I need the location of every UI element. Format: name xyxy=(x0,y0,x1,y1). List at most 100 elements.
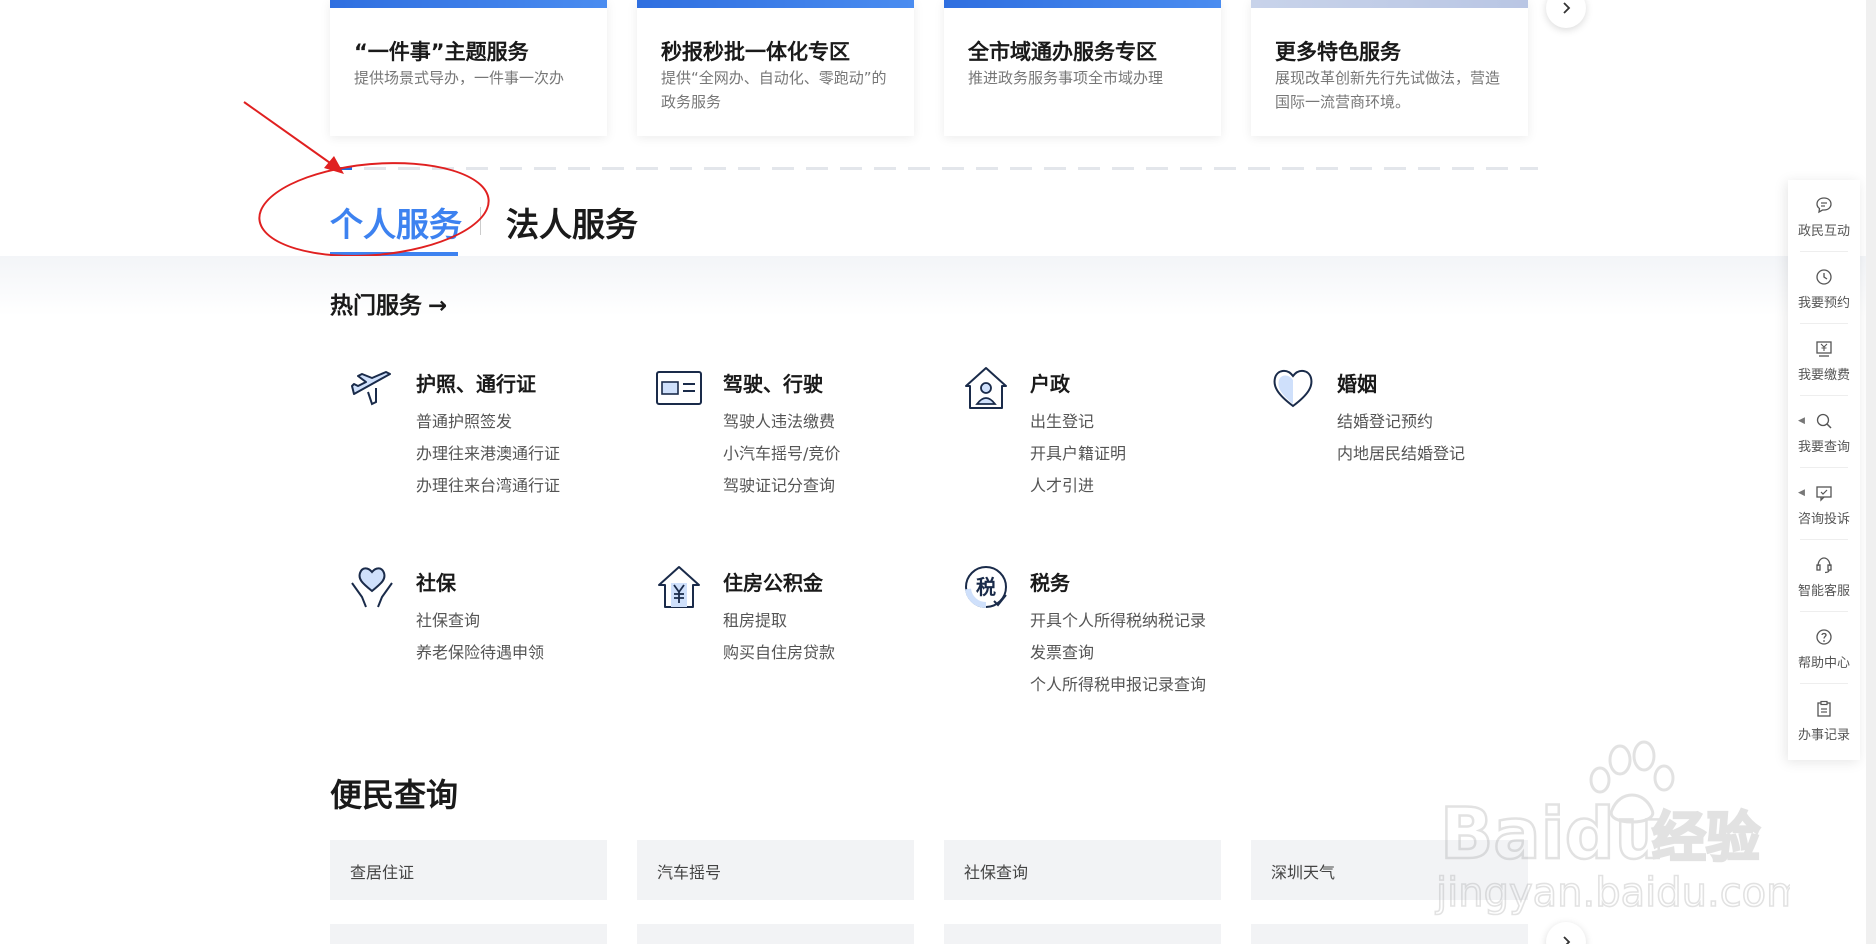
query-item-label: 社保查询 xyxy=(964,863,1029,882)
service-group-title: 住房公积金 xyxy=(723,571,823,595)
query-item[interactable] xyxy=(944,924,1221,944)
service-link[interactable]: 购买自住房贷款 xyxy=(723,637,835,669)
card-banner-image xyxy=(944,0,1221,8)
clock-icon xyxy=(1816,269,1832,285)
floating-toolbar: 政民互动 我要预约 我要缴费 ◀ 我要查询 ◀ 咨询投诉 智能客服 帮助中心 办… xyxy=(1788,180,1860,760)
hot-services-heading[interactable]: 热门服务 → xyxy=(330,286,447,320)
service-link[interactable]: 办理往来港澳通行证 xyxy=(416,438,560,470)
toolbar-item-interaction[interactable]: 政民互动 xyxy=(1788,180,1860,252)
service-link[interactable]: 内地居民结婚登记 xyxy=(1337,438,1465,470)
airplane-icon xyxy=(351,371,391,406)
card-title: 秒报秒批一体化专区 xyxy=(661,40,850,64)
house-person-icon xyxy=(965,367,1007,409)
toolbar-label: 我要查询 xyxy=(1797,440,1850,455)
service-link[interactable]: 租房提取 xyxy=(723,605,835,637)
top-card[interactable]: 秒报秒批一体化专区 提供“全网办、自动化、零跑动”的政务服务 xyxy=(637,0,914,136)
service-link[interactable]: 驾驶证记分查询 xyxy=(723,470,840,502)
service-group-social-security: 社保 社保查询 养老保险待遇申领 xyxy=(336,563,636,733)
service-link[interactable]: 普通护照签发 xyxy=(416,406,560,438)
card-title: “一件事”主题服务 xyxy=(354,40,529,64)
service-group-marriage: 婚姻 结婚登记预约 内地居民结婚登记 xyxy=(1257,364,1557,534)
service-link[interactable]: 开具个人所得税纳税记录 xyxy=(1030,605,1206,637)
toolbar-item-payment[interactable]: 我要缴费 xyxy=(1788,324,1860,396)
query-next-button[interactable] xyxy=(1546,922,1586,944)
query-item[interactable] xyxy=(330,924,607,944)
query-item[interactable] xyxy=(637,924,914,944)
watermark-url: jingyan.baidu.com xyxy=(1435,870,1790,916)
heart-hands-icon xyxy=(351,567,393,608)
card-title: 全市域通办服务专区 xyxy=(968,40,1157,64)
clipboard-icon xyxy=(1817,700,1831,717)
annotation-arrow-icon xyxy=(243,101,344,174)
carousel-next-button[interactable] xyxy=(1546,0,1586,28)
toolbar-item-complaint[interactable]: ◀ 咨询投诉 xyxy=(1788,468,1860,540)
top-card-carousel: “一件事”主题服务 提供场景式导办，一件事一次办 秒报秒批一体化专区 提供“全网… xyxy=(330,0,1530,136)
query-item[interactable]: 查居住证 xyxy=(330,840,607,900)
service-link[interactable]: 办理往来台湾通行证 xyxy=(416,470,560,502)
card-banner-image xyxy=(637,0,914,8)
toolbar-item-appointment[interactable]: 我要预约 xyxy=(1788,252,1860,324)
service-link[interactable]: 发票查询 xyxy=(1030,637,1206,669)
service-group-passport: 护照、通行证 普通护照签发 办理往来港澳通行证 办理往来台湾通行证 xyxy=(336,364,636,534)
toolbar-label: 我要预约 xyxy=(1797,296,1850,311)
card-banner-image xyxy=(330,0,607,8)
help-icon xyxy=(1816,629,1832,645)
toolbar-item-query[interactable]: ◀ 我要查询 xyxy=(1788,396,1860,468)
service-group-housing-fund: 住房公积金 租房提取 购买自住房贷款 xyxy=(643,563,943,733)
arrow-right-icon: → xyxy=(428,293,448,319)
service-link[interactable]: 养老保险待遇申领 xyxy=(416,637,544,669)
query-item-label: 查居住证 xyxy=(350,863,415,882)
watermark-cn: 经验 xyxy=(1652,806,1760,869)
service-link[interactable]: 小汽车摇号/竞价 xyxy=(723,438,840,470)
service-group-title: 社保 xyxy=(416,571,456,595)
message-icon xyxy=(1816,486,1832,502)
service-group-title: 税务 xyxy=(1030,571,1070,595)
headset-icon xyxy=(1816,557,1832,574)
heart-icon xyxy=(1273,370,1313,408)
toolbar-item-smart-service[interactable]: 智能客服 xyxy=(1788,540,1860,612)
service-link[interactable]: 人才引进 xyxy=(1030,470,1126,502)
top-card[interactable]: “一件事”主题服务 提供场景式导办，一件事一次办 xyxy=(330,0,607,136)
toolbar-label: 帮助中心 xyxy=(1797,656,1850,671)
hot-services-title: 热门服务 xyxy=(330,293,422,319)
caret-left-icon: ◀ xyxy=(1798,488,1805,498)
service-group-driving: 驾驶、行驶 驾驶人违法缴费 小汽车摇号/竞价 驾驶证记分查询 xyxy=(643,364,943,534)
tab-legal-services[interactable]: 法人服务 xyxy=(506,198,638,246)
tax-icon: 税 xyxy=(965,566,1007,609)
toolbar-item-help[interactable]: 帮助中心 xyxy=(1788,612,1860,684)
card-desc: 展现改革创新先行先试做法，营造国际一流营商环境。 xyxy=(1275,69,1501,111)
watermark-brand: Baidu xyxy=(1440,793,1665,875)
license-card-icon xyxy=(656,371,702,405)
service-link[interactable]: 社保查询 xyxy=(416,605,544,637)
baidu-jingyan-watermark: Baidu 经验 jingyan.baidu.com xyxy=(1434,740,1790,917)
query-item[interactable]: 社保查询 xyxy=(944,840,1221,900)
service-group-title: 婚姻 xyxy=(1337,372,1377,396)
service-link[interactable]: 个人所得税申报记录查询 xyxy=(1030,669,1206,701)
service-link[interactable]: 开具户籍证明 xyxy=(1030,438,1126,470)
top-card[interactable]: 更多特色服务 展现改革创新先行先试做法，营造国际一流营商环境。 xyxy=(1251,0,1528,136)
query-item[interactable]: 汽车摇号 xyxy=(637,840,914,900)
tax-icon-label: 税 xyxy=(976,575,996,599)
service-group-title: 护照、通行证 xyxy=(416,372,536,396)
service-link[interactable]: 出生登记 xyxy=(1030,406,1126,438)
page-scrollbar[interactable] xyxy=(1866,0,1876,944)
toolbar-label: 咨询投诉 xyxy=(1797,512,1850,527)
toolbar-label: 我要缴费 xyxy=(1797,368,1850,383)
caret-left-icon: ◀ xyxy=(1798,416,1805,426)
card-title: 更多特色服务 xyxy=(1275,40,1401,64)
house-yuan-icon xyxy=(658,566,700,608)
toolbar-label: 智能客服 xyxy=(1797,584,1850,599)
top-card[interactable]: 全市域通办服务专区 推进政务服务事项全市域办理 xyxy=(944,0,1221,136)
chevron-right-icon xyxy=(1563,936,1571,944)
service-link[interactable]: 驾驶人违法缴费 xyxy=(723,406,840,438)
convenience-query-title: 便民查询 xyxy=(330,776,459,814)
chevron-right-icon xyxy=(1563,2,1571,14)
service-group-household: 户政 出生登记 开具户籍证明 人才引进 xyxy=(950,364,1250,534)
toolbar-label: 办事记录 xyxy=(1797,728,1850,743)
card-desc: 提供场景式导办，一件事一次办 xyxy=(354,69,565,87)
card-desc: 提供“全网办、自动化、零跑动”的政务服务 xyxy=(661,69,887,111)
service-link[interactable]: 结婚登记预约 xyxy=(1337,406,1465,438)
toolbar-item-records[interactable]: 办事记录 xyxy=(1788,684,1860,756)
service-group-tax: 税 税务 开具个人所得税纳税记录 发票查询 个人所得税申报记录查询 xyxy=(950,563,1250,733)
query-item[interactable] xyxy=(1251,924,1528,944)
